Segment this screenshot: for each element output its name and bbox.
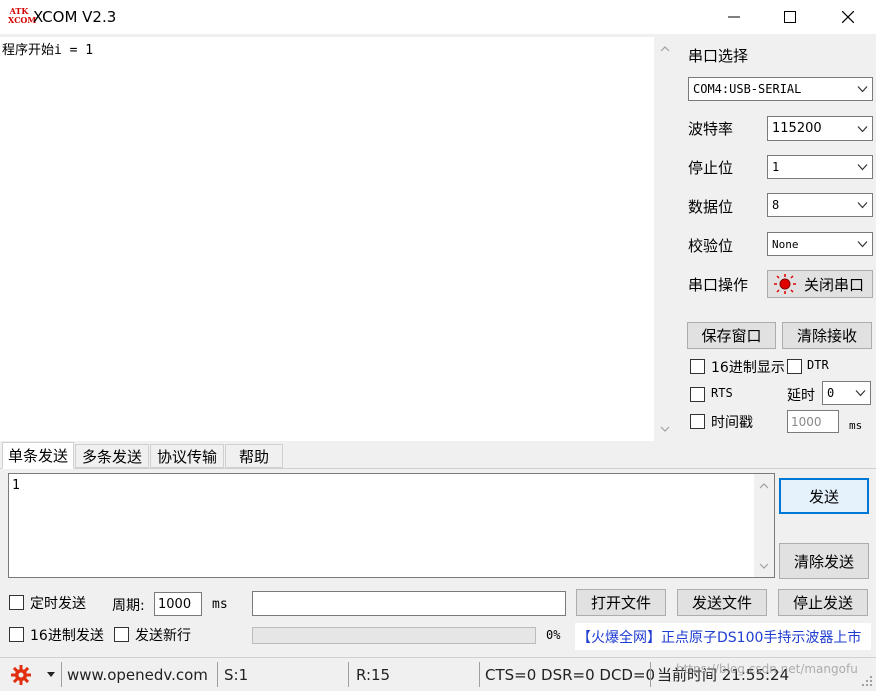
timestamp-unit-label: ms bbox=[849, 419, 863, 432]
data-bits-select[interactable]: 8 bbox=[767, 193, 873, 217]
tab-help[interactable]: 帮助 bbox=[225, 444, 283, 468]
receive-textarea[interactable]: 程序开始i = 1 bbox=[0, 37, 654, 441]
delay-select[interactable]: 0 bbox=[822, 381, 871, 405]
send-button[interactable]: 发送 bbox=[779, 478, 869, 514]
port-status-light-icon bbox=[774, 274, 796, 294]
title-bar: ATK XCOM XCOM V2.3 bbox=[0, 0, 876, 34]
close-port-button[interactable]: 关闭串口 bbox=[767, 270, 873, 298]
progress-percent: 0% bbox=[546, 628, 561, 642]
rts-label: RTS bbox=[711, 386, 733, 400]
tab-single-send[interactable]: 单条发送 bbox=[2, 442, 74, 469]
send-textarea[interactable]: 1 bbox=[8, 473, 775, 578]
gear-icon bbox=[11, 664, 31, 685]
hex-display-label: 16进制显示 bbox=[711, 360, 785, 376]
timestamp-checkbox[interactable] bbox=[690, 414, 705, 429]
tab-divider bbox=[0, 468, 876, 469]
clear-receive-button[interactable]: 清除接收 bbox=[782, 322, 872, 349]
received-count: R:15 bbox=[356, 665, 391, 684]
data-bits-label: 数据位 bbox=[688, 198, 734, 216]
status-separator bbox=[61, 662, 62, 687]
status-separator bbox=[479, 662, 480, 687]
timed-send-checkbox[interactable] bbox=[9, 595, 24, 610]
minimize-button[interactable] bbox=[706, 0, 762, 34]
chevron-down-icon bbox=[857, 86, 868, 93]
status-separator bbox=[650, 662, 651, 687]
chevron-down-icon bbox=[759, 563, 769, 569]
chevron-down-icon bbox=[857, 241, 868, 248]
timestamp-interval-input[interactable]: 1000 bbox=[787, 410, 839, 433]
timed-send-label: 定时发送 bbox=[30, 596, 86, 612]
period-label: 周期: bbox=[112, 598, 145, 614]
status-bar: www.openedv.com S:1 R:15 CTS=0 DSR=0 DCD… bbox=[0, 657, 876, 690]
close-icon bbox=[842, 11, 854, 23]
clear-send-button[interactable]: 清除发送 bbox=[779, 543, 869, 579]
close-button[interactable] bbox=[820, 0, 876, 34]
send-progress-bar bbox=[252, 627, 536, 644]
settings-gear-button[interactable] bbox=[10, 658, 34, 691]
maximize-icon bbox=[784, 11, 796, 23]
file-path-input[interactable] bbox=[252, 591, 566, 616]
rts-checkbox[interactable] bbox=[690, 387, 705, 402]
send-newline-label: 发送新行 bbox=[135, 628, 191, 644]
tab-protocol[interactable]: 协议传输 bbox=[150, 444, 224, 468]
dtr-checkbox[interactable] bbox=[787, 359, 802, 374]
scroll-up-arrow[interactable] bbox=[654, 39, 676, 59]
scroll-down-arrow[interactable] bbox=[754, 556, 774, 576]
dtr-label: DTR bbox=[807, 358, 829, 372]
parity-select[interactable]: None bbox=[767, 232, 873, 256]
chevron-down-icon bbox=[855, 390, 866, 397]
caret-down-icon bbox=[47, 672, 55, 677]
stop-bits-label: 停止位 bbox=[688, 159, 734, 177]
timestamp-label: 时间戳 bbox=[711, 415, 753, 431]
app-logo-icon: ATK XCOM bbox=[8, 6, 37, 25]
status-separator bbox=[348, 662, 349, 687]
stop-bits-select[interactable]: 1 bbox=[767, 155, 873, 179]
scroll-down-arrow[interactable] bbox=[654, 419, 676, 439]
send-file-button[interactable]: 发送文件 bbox=[677, 589, 767, 616]
tab-multi-send[interactable]: 多条发送 bbox=[75, 444, 149, 468]
status-separator bbox=[217, 662, 218, 687]
resize-grip[interactable] bbox=[861, 675, 873, 687]
window-title: XCOM V2.3 bbox=[33, 8, 117, 26]
port-operation-label: 串口操作 bbox=[688, 276, 749, 294]
watermark: https://blog.csdn.net/mangofu bbox=[676, 661, 858, 676]
website-link[interactable]: www.openedv.com bbox=[67, 658, 208, 691]
chevron-up-icon bbox=[759, 483, 769, 489]
parity-label: 校验位 bbox=[688, 237, 734, 255]
hex-send-checkbox[interactable] bbox=[9, 627, 24, 642]
scroll-up-arrow[interactable] bbox=[754, 476, 774, 496]
chevron-down-icon bbox=[660, 426, 670, 432]
save-window-button[interactable]: 保存窗口 bbox=[687, 322, 776, 349]
receive-scrollbar[interactable] bbox=[654, 37, 676, 441]
gear-dropdown-arrow[interactable] bbox=[47, 658, 55, 691]
port-select[interactable]: COM4:USB-SERIAL bbox=[688, 77, 873, 101]
chevron-down-icon bbox=[857, 164, 868, 171]
period-input[interactable]: 1000 bbox=[154, 592, 202, 616]
hex-send-label: 16进制发送 bbox=[30, 628, 104, 644]
stop-send-button[interactable]: 停止发送 bbox=[778, 589, 868, 616]
hex-display-checkbox[interactable] bbox=[690, 359, 705, 374]
period-unit-label: ms bbox=[212, 597, 228, 612]
send-newline-checkbox[interactable] bbox=[114, 627, 129, 642]
maximize-button[interactable] bbox=[762, 0, 818, 34]
delay-label: 延时 bbox=[787, 388, 815, 404]
resize-grip-icon bbox=[862, 676, 872, 686]
open-file-button[interactable]: 打开文件 bbox=[576, 589, 666, 616]
baud-select[interactable]: 115200 bbox=[767, 116, 873, 141]
sent-count: S:1 bbox=[224, 665, 249, 684]
chevron-down-icon bbox=[857, 125, 868, 132]
port-select-label: 串口选择 bbox=[688, 47, 749, 65]
chevron-down-icon bbox=[857, 202, 868, 209]
chevron-up-icon bbox=[660, 46, 670, 52]
send-text: 1 bbox=[12, 478, 20, 493]
ad-link[interactable]: 【火爆全网】正点原子DS100手持示波器上市 bbox=[575, 623, 871, 650]
baud-label: 波特率 bbox=[688, 120, 734, 138]
send-scrollbar[interactable] bbox=[754, 474, 774, 577]
minimize-icon bbox=[728, 16, 740, 18]
modem-signals: CTS=0 DSR=0 DCD=0 bbox=[485, 665, 656, 684]
